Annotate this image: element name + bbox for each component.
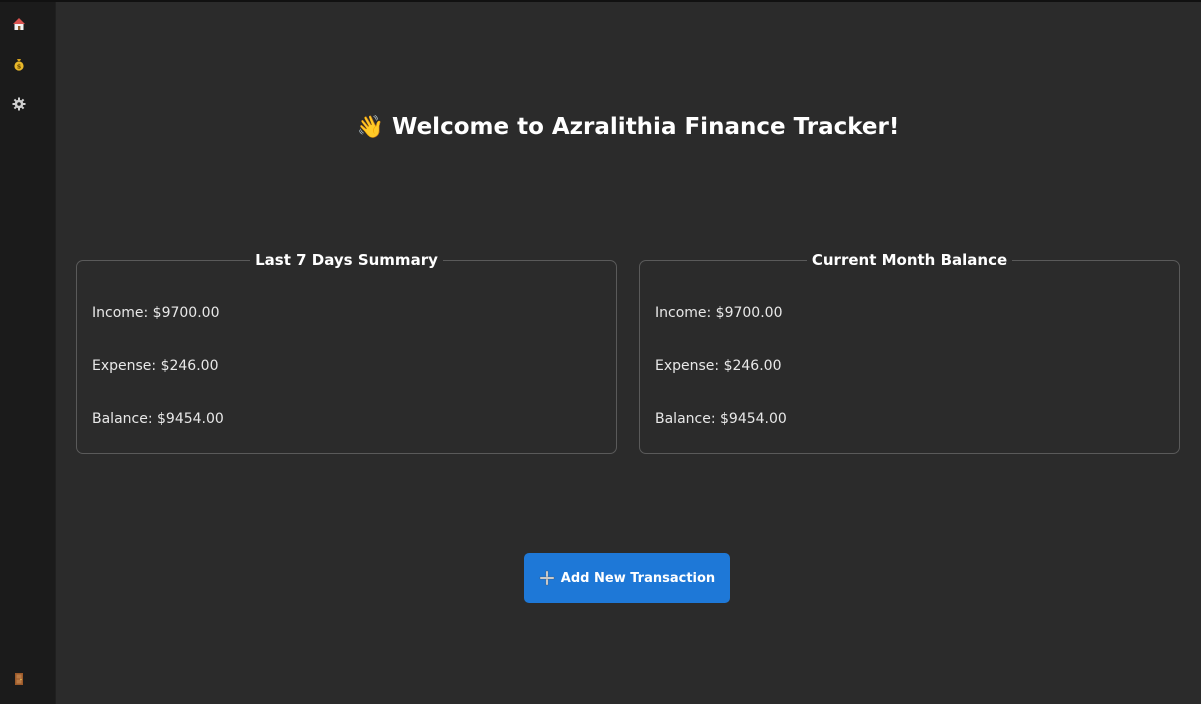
add-new-transaction-button[interactable]: Add New Transaction [524, 553, 730, 603]
money-bag-icon[interactable]: $ [11, 56, 27, 72]
plus-icon [539, 570, 555, 586]
balance-value: Balance: $9454.00 [655, 411, 787, 427]
waving-hand-icon: 👋 [356, 115, 385, 140]
sidebar: $ [0, 2, 56, 704]
balance-value: Balance: $9454.00 [92, 411, 224, 427]
last-7-days-summary-panel: Last 7 Days Summary Income: $9700.00 Exp… [76, 251, 617, 454]
current-month-balance-panel: Current Month Balance Income: $9700.00 E… [639, 251, 1180, 454]
svg-text:$: $ [17, 63, 22, 71]
add-new-transaction-label: Add New Transaction [560, 570, 716, 586]
income-value: Income: $9700.00 [92, 305, 220, 321]
panel-title: Current Month Balance [806, 251, 1013, 269]
exit-door-icon[interactable] [11, 671, 27, 687]
income-value: Income: $9700.00 [655, 305, 783, 321]
window-top-border [0, 0, 1201, 2]
panel-title: Last 7 Days Summary [250, 251, 443, 269]
home-icon[interactable] [11, 16, 27, 32]
expense-value: Expense: $246.00 [92, 358, 219, 374]
expense-value: Expense: $246.00 [655, 358, 782, 374]
page-title-text: Welcome to Azralithia Finance Tracker! [392, 114, 900, 140]
gear-icon[interactable] [11, 96, 27, 112]
page-title: 👋 Welcome to Azralithia Finance Tracker! [55, 111, 1201, 144]
